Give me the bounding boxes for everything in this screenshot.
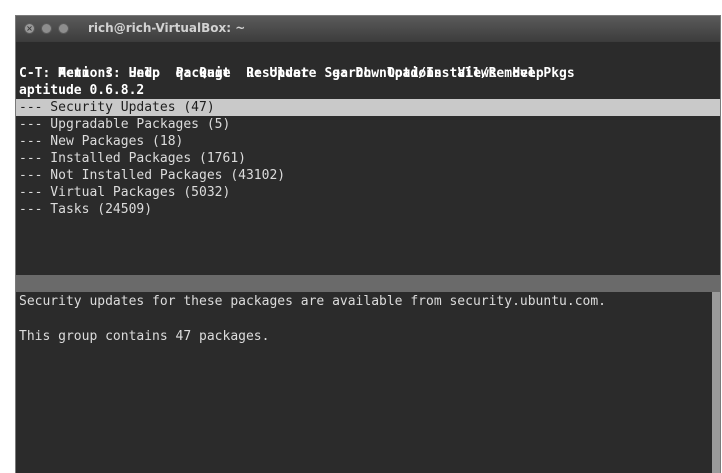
group-tasks[interactable]: --- Tasks (24509) xyxy=(19,201,152,218)
window-title: rich@rich-VirtualBox: ~ xyxy=(88,21,246,35)
help-line: C-T: Menu ?: Help q: Quit u: Update g: D… xyxy=(19,66,575,81)
group-installed-packages[interactable]: --- Installed Packages (1761) xyxy=(19,150,246,167)
group-new-packages[interactable]: --- New Packages (18) xyxy=(19,133,183,150)
group-virtual-packages[interactable]: --- Virtual Packages (5032) xyxy=(19,184,230,201)
group-security-updates[interactable]: --- Security Updates (47) xyxy=(19,99,215,116)
group-upgradable-packages[interactable]: --- Upgradable Packages (5) xyxy=(19,116,230,133)
maximize-icon[interactable] xyxy=(58,23,69,34)
group-not-installed-packages[interactable]: --- Not Installed Packages (43102) xyxy=(19,167,285,184)
terminal-window: × rich@rich-VirtualBox: ~ Actions Undo P… xyxy=(15,15,721,473)
scrollbar[interactable] xyxy=(712,292,720,473)
info-line-2: This group contains 47 packages. xyxy=(19,329,270,344)
pane-separator[interactable] xyxy=(16,275,720,292)
minimize-icon[interactable] xyxy=(41,23,52,34)
title-bar: × rich@rich-VirtualBox: ~ xyxy=(16,16,720,42)
info-line-1: Security updates for these packages are … xyxy=(19,294,606,309)
close-icon[interactable]: × xyxy=(24,23,35,34)
version-line: aptitude 0.6.8.2 xyxy=(19,83,145,98)
